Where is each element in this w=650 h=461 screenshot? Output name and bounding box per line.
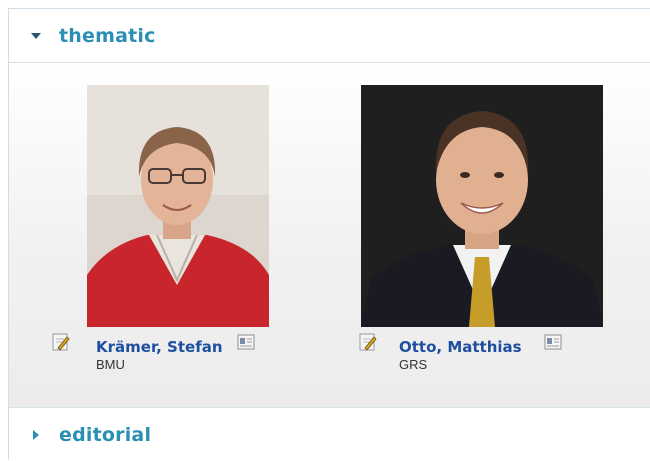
person-card: Krämer, Stefan BMU [52, 85, 272, 385]
person-org: GRS [399, 357, 428, 372]
triangle-right-icon[interactable] [29, 428, 43, 442]
vcard-icon[interactable] [236, 333, 256, 351]
edit-icon[interactable] [52, 333, 70, 351]
person-org: BMU [96, 357, 125, 372]
vcard-icon[interactable] [543, 333, 563, 351]
triangle-down-icon[interactable] [29, 29, 43, 43]
section-header-thematic[interactable]: thematic [9, 9, 650, 63]
person-name-link[interactable]: Otto, Matthias [399, 338, 522, 356]
person-photo[interactable] [361, 85, 603, 327]
person-name-link[interactable]: Krämer, Stefan [96, 338, 223, 356]
edit-icon[interactable] [359, 333, 377, 351]
people-panel: thematic Krämer, Stefan BMU Otto, Matthi… [8, 8, 650, 461]
thematic-content: Krämer, Stefan BMU Otto, Matthias GRS [9, 64, 650, 407]
person-photo[interactable] [87, 85, 269, 327]
section-title-thematic[interactable]: thematic [59, 25, 156, 47]
person-card: Otto, Matthias GRS [359, 85, 619, 385]
section-header-editorial[interactable]: editorial [9, 407, 650, 461]
section-title-editorial[interactable]: editorial [59, 424, 151, 446]
